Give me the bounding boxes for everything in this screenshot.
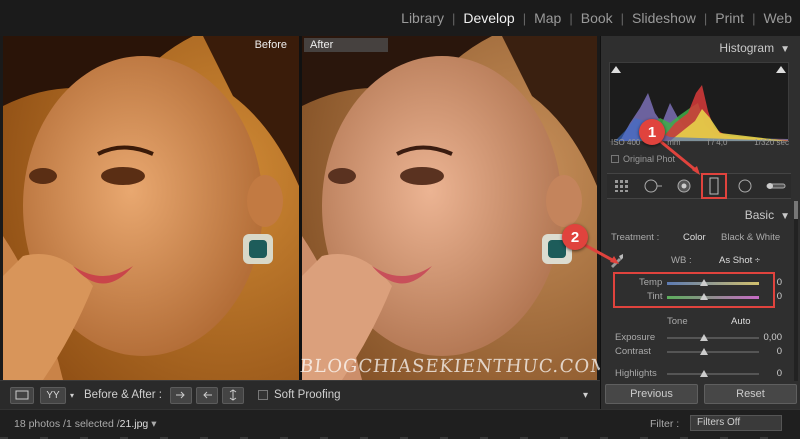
wb-select[interactable]: As Shot ÷ bbox=[719, 255, 760, 266]
panel-scrollbar[interactable] bbox=[794, 201, 798, 381]
arrow-right-icon bbox=[176, 391, 185, 399]
wb-value: As Shot bbox=[719, 255, 753, 266]
wb-label: WB : bbox=[671, 255, 692, 266]
original-photo-toggle[interactable]: Original Phot bbox=[611, 154, 675, 164]
filmstrip-bar: 18 photos /1 selected /21.jpg ▾ Filter :… bbox=[0, 409, 800, 439]
filter-select[interactable]: Filters Off bbox=[690, 415, 782, 431]
highlights-slider[interactable] bbox=[667, 370, 759, 377]
updown-icon: ÷ bbox=[754, 255, 761, 266]
copy-after-to-before-button[interactable] bbox=[196, 386, 218, 404]
original-photo-label: Original Phot bbox=[623, 154, 676, 164]
view-toolbar: YY ▾ Before & After : Soft Proofing ▾ bbox=[0, 380, 600, 409]
before-photo bbox=[3, 36, 299, 380]
exposure-slider-knob[interactable] bbox=[699, 334, 708, 341]
tone-label: Tone bbox=[667, 316, 688, 327]
filmstrip-status: 18 photos /1 selected /21.jpg ▾ bbox=[14, 418, 156, 430]
treatment-color-option[interactable]: Color bbox=[683, 232, 706, 243]
before-after-view-button[interactable]: YY bbox=[40, 386, 66, 404]
after-photo bbox=[302, 36, 597, 380]
callout-2: 2 bbox=[562, 224, 588, 250]
module-book[interactable]: Book bbox=[573, 10, 621, 26]
treatment-bw-option[interactable]: Black & White bbox=[721, 232, 780, 243]
soft-proofing-checkbox[interactable] bbox=[258, 390, 268, 400]
contrast-slider[interactable] bbox=[667, 348, 759, 355]
watermark: BLOGCHIASEKIENTHUC.COM bbox=[298, 356, 611, 377]
view-mode-dropdown-icon[interactable]: ▾ bbox=[70, 391, 74, 400]
focal-length-value: mm bbox=[667, 138, 681, 147]
iso-value: ISO 400 bbox=[611, 138, 641, 147]
histogram-info: ISO 400 mm f / 4,0 1/320 sec bbox=[611, 138, 789, 147]
filmstrip-filename[interactable]: 21.jpg bbox=[120, 418, 149, 430]
panel-buttons: Previous Reset bbox=[605, 384, 797, 404]
original-photo-checkbox[interactable] bbox=[611, 155, 619, 163]
before-label: Before bbox=[254, 39, 287, 51]
swap-button[interactable] bbox=[222, 386, 244, 404]
histogram-header[interactable]: Histogram ▼ bbox=[719, 41, 790, 55]
aperture-value: f / 4,0 bbox=[707, 138, 728, 147]
filename-dropdown-icon[interactable]: ▾ bbox=[151, 418, 156, 430]
before-pane[interactable]: Before bbox=[3, 36, 299, 380]
module-slideshow[interactable]: Slideshow bbox=[624, 10, 704, 26]
module-map[interactable]: Map bbox=[526, 10, 569, 26]
collapse-triangle-icon: ▼ bbox=[780, 44, 790, 55]
tool-strip bbox=[607, 173, 791, 199]
module-develop[interactable]: Develop bbox=[455, 10, 522, 26]
spot-removal-icon[interactable] bbox=[642, 175, 664, 197]
loupe-view-button[interactable] bbox=[10, 386, 34, 404]
module-print[interactable]: Print bbox=[707, 10, 752, 26]
loupe-icon bbox=[15, 390, 29, 400]
module-web[interactable]: Web bbox=[755, 10, 800, 26]
highlights-value[interactable]: 0 bbox=[777, 368, 782, 379]
adjustment-brush-icon[interactable] bbox=[765, 175, 787, 197]
contrast-slider-knob[interactable] bbox=[699, 348, 708, 355]
tone-auto-button[interactable]: Auto bbox=[731, 316, 751, 327]
copy-before-to-after-button[interactable] bbox=[170, 386, 192, 404]
reset-button[interactable]: Reset bbox=[704, 384, 797, 404]
contrast-value[interactable]: 0 bbox=[777, 346, 782, 357]
filter-label: Filter : bbox=[650, 418, 680, 430]
histogram-title: Histogram bbox=[719, 41, 775, 55]
red-eye-icon[interactable] bbox=[673, 175, 695, 197]
histogram[interactable] bbox=[609, 62, 789, 142]
after-pane[interactable]: After bbox=[302, 36, 597, 380]
highlights-slider-knob[interactable] bbox=[699, 370, 708, 377]
module-library[interactable]: Library bbox=[393, 10, 452, 26]
exposure-value[interactable]: 0,00 bbox=[764, 332, 783, 343]
toolbar-menu-icon[interactable]: ▾ bbox=[583, 390, 588, 401]
graduated-filter-icon[interactable] bbox=[701, 173, 728, 199]
tint-value[interactable]: 0 bbox=[777, 291, 782, 302]
swap-icon bbox=[229, 389, 237, 401]
after-label: After bbox=[304, 38, 388, 52]
callout-1: 1 bbox=[639, 119, 665, 145]
collapse-triangle-icon: ▼ bbox=[780, 211, 790, 222]
scrollbar-thumb[interactable] bbox=[794, 201, 798, 219]
histogram-graph bbox=[611, 66, 788, 141]
wb-eyedropper-icon[interactable] bbox=[609, 252, 625, 271]
soft-proofing-label: Soft Proofing bbox=[274, 389, 341, 401]
radial-filter-icon[interactable] bbox=[734, 175, 756, 197]
treatment-label: Treatment : bbox=[611, 232, 660, 243]
contrast-label: Contrast bbox=[615, 346, 651, 357]
basic-title: Basic bbox=[744, 208, 775, 222]
develop-right-panel: Histogram ▼ ISO 400 mm f / 4,0 1/320 sec … bbox=[600, 36, 800, 409]
exposure-label: Exposure bbox=[615, 332, 656, 343]
before-after-label: Before & After : bbox=[84, 389, 162, 401]
highlights-label: Highlights bbox=[615, 368, 657, 379]
module-picker: Library | Develop | Map | Book | Slidesh… bbox=[0, 0, 800, 36]
grid-icon[interactable] bbox=[611, 175, 633, 197]
temp-value[interactable]: 0 bbox=[777, 277, 782, 288]
filmstrip-count: 18 photos /1 selected / bbox=[14, 418, 120, 430]
basic-header[interactable]: Basic ▼ bbox=[745, 208, 790, 222]
previous-button[interactable]: Previous bbox=[605, 384, 698, 404]
arrow-left-icon bbox=[203, 391, 212, 399]
highlight-wb-box bbox=[613, 272, 775, 308]
shutter-value: 1/320 sec bbox=[754, 138, 789, 147]
exposure-slider[interactable] bbox=[667, 334, 759, 341]
